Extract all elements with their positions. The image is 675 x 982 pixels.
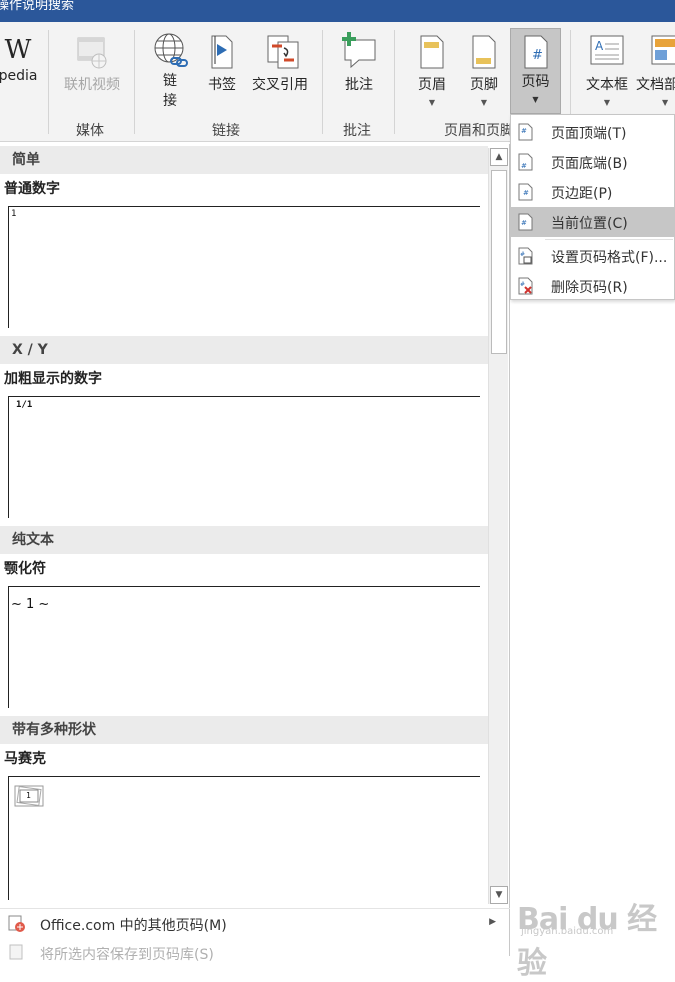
cross-reference-icon xyxy=(267,35,299,69)
svg-text:#: # xyxy=(521,127,527,135)
svg-text:#: # xyxy=(521,219,527,227)
group-separator xyxy=(48,30,49,134)
save-to-gallery-icon xyxy=(9,944,23,960)
tell-me-search[interactable]: 操作说明搜索 xyxy=(0,0,74,12)
svg-text:#: # xyxy=(532,48,543,63)
page-margin-icon: # xyxy=(518,183,533,201)
dropdown-arrow-icon: ▼ xyxy=(662,98,669,107)
gallery-item-plain-number[interactable]: 1 xyxy=(8,206,480,328)
office-online-icon xyxy=(8,915,25,932)
menu-item-bottom-of-page[interactable]: # 页面底端(B) xyxy=(511,147,675,177)
group-separator xyxy=(322,30,323,134)
group-label-comments: 批注 xyxy=(343,123,371,139)
remove-page-numbers-icon: # xyxy=(518,277,533,295)
bookmark-icon xyxy=(211,35,233,69)
gallery-section-header: 简单 xyxy=(0,146,488,174)
gallery-item-title: 普通数字 xyxy=(4,181,60,197)
footer-button[interactable]: 页脚 ▼ xyxy=(462,34,506,108)
textbox-button[interactable]: A 文本框 ▼ xyxy=(580,34,634,108)
gallery-item-mosaic[interactable]: 1 xyxy=(8,776,480,900)
wikipedia-icon: W xyxy=(4,35,32,65)
svg-text:#: # xyxy=(523,189,529,197)
save-selection-to-gallery[interactable]: 将所选内容保存到页码库(S) xyxy=(0,938,510,968)
current-position-icon: # xyxy=(518,213,533,231)
gallery-scrollbar[interactable]: ▲ ▼ xyxy=(488,148,508,904)
dropdown-arrow-icon: ▼ xyxy=(428,98,436,107)
new-comment-icon xyxy=(342,32,376,69)
svg-text:A: A xyxy=(595,39,604,53)
group-label-header-footer: 页眉和页脚 xyxy=(444,123,510,139)
gallery-item-bold-numbers[interactable]: 1/1 xyxy=(8,396,480,518)
menu-item-top-of-page[interactable]: # 页面顶端(T) xyxy=(511,117,675,147)
gallery-item-title: 加粗显示的数字 xyxy=(4,371,102,387)
menu-separator xyxy=(545,239,673,240)
page-number-gallery: 简单 普通数字 1 X / Y 加粗显示的数字 1/1 纯文本 颚化符 ~ 1 … xyxy=(0,144,510,963)
dropdown-arrow-icon: ▼ xyxy=(532,95,539,104)
wikipedia-button[interactable]: W pedia xyxy=(0,36,40,84)
film-globe-icon xyxy=(77,37,107,69)
svg-text:#: # xyxy=(521,162,527,170)
menu-item-remove-page-numbers[interactable]: # 删除页码(R) xyxy=(511,271,675,301)
header-button[interactable]: 页眉 ▼ xyxy=(410,34,454,108)
menu-item-page-margins[interactable]: # 页边距(P) xyxy=(511,177,675,207)
more-page-numbers-online[interactable]: Office.com 中的其他页码(M) ▶ xyxy=(0,908,510,938)
page-number-button[interactable]: # 页码 ▼ xyxy=(510,28,561,114)
gallery-item-tilde[interactable]: ~ 1 ~ xyxy=(8,586,480,708)
quick-parts-button[interactable]: 文档部 ▼ xyxy=(636,34,675,108)
page-bottom-icon: # xyxy=(518,153,533,171)
dropdown-arrow-icon: ▼ xyxy=(480,98,488,107)
online-video-button[interactable]: 联机视频 xyxy=(58,34,126,94)
format-page-numbers-icon: # xyxy=(518,247,533,265)
page-number-icon: # xyxy=(524,35,547,69)
link-button[interactable]: 链 接 xyxy=(148,32,192,110)
scroll-down-arrow-icon[interactable]: ▼ xyxy=(490,886,508,904)
quick-parts-icon xyxy=(651,35,675,65)
submenu-arrow-icon: ▶ xyxy=(489,917,496,927)
menu-item-current-position[interactable]: # 当前位置(C) xyxy=(511,207,675,237)
scrollbar-thumb[interactable] xyxy=(491,170,507,354)
bookmark-button[interactable]: 书签 xyxy=(204,34,240,94)
group-label-links: 链接 xyxy=(212,123,240,139)
gallery-section-header: 带有多种形状 xyxy=(0,716,488,744)
group-separator xyxy=(394,30,395,134)
svg-text:#: # xyxy=(520,281,525,288)
group-label-media: 媒体 xyxy=(76,123,104,139)
globe-link-icon xyxy=(154,33,188,67)
footer-icon xyxy=(472,35,496,69)
page-number-menu: # 页面顶端(T) # 页面底端(B) # 页边距(P) # 当前位置(C) #… xyxy=(510,114,675,300)
header-icon xyxy=(420,35,444,69)
gallery-item-title: 颚化符 xyxy=(4,561,46,577)
gallery-section-header: X / Y xyxy=(0,336,488,364)
page-top-icon: # xyxy=(518,123,533,141)
gallery-item-title: 马赛克 xyxy=(4,751,46,767)
menu-item-format-page-numbers[interactable]: # 设置页码格式(F)... xyxy=(511,241,675,271)
dropdown-arrow-icon: ▼ xyxy=(603,98,611,107)
textbox-icon: A xyxy=(590,35,624,65)
comment-button[interactable]: 批注 xyxy=(336,32,382,94)
cross-reference-button[interactable]: 交叉引用 xyxy=(248,34,312,94)
group-separator xyxy=(134,30,135,134)
watermark: Bai du 经验 jingyan.baidu.com xyxy=(517,902,657,981)
scroll-up-arrow-icon[interactable]: ▲ xyxy=(490,148,508,166)
gallery-section-header: 纯文本 xyxy=(0,526,488,554)
title-bar: 操作说明搜索 xyxy=(0,0,675,22)
